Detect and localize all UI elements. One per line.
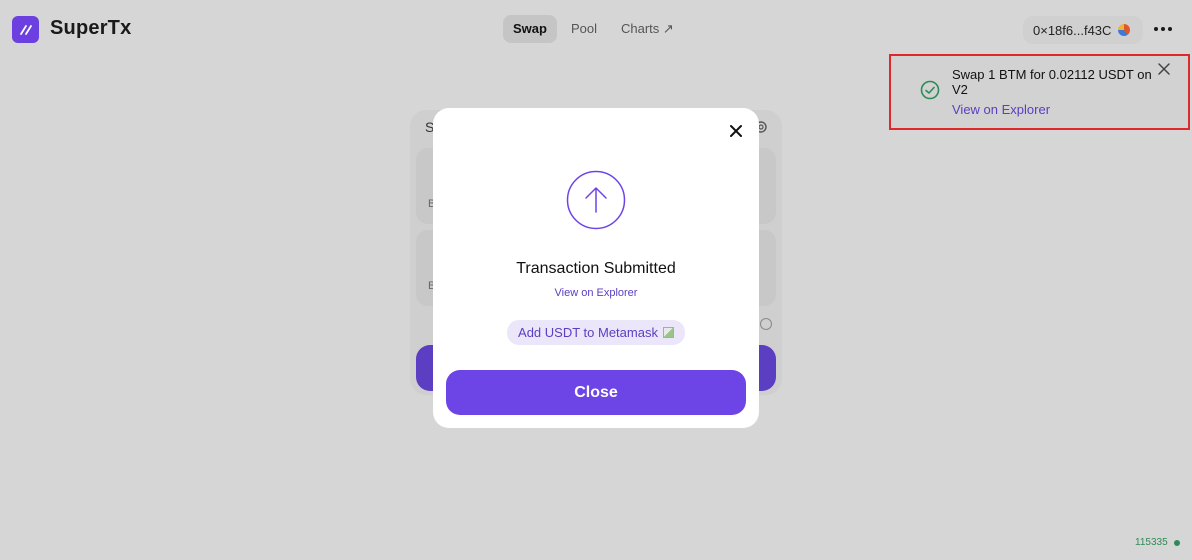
block-number[interactable]: 115335 <box>1135 537 1168 548</box>
metamask-button-label: Add USDT to Metamask <box>518 325 658 340</box>
arrow-up-circle-icon <box>566 170 626 230</box>
close-button[interactable]: Close <box>446 370 746 415</box>
wallet-address: 0×18f6...f43C <box>1033 22 1112 38</box>
wallet-button[interactable]: 0×18f6...f43C <box>1023 16 1143 44</box>
broken-image-icon <box>662 327 674 338</box>
toast-message: Swap 1 BTM for 0.02112 USDT on V2 <box>952 67 1152 97</box>
main-nav: Swap Pool Charts ↗ <box>503 15 684 45</box>
supertx-logo-icon[interactable] <box>12 16 39 43</box>
toast-close-icon[interactable] <box>1157 62 1171 76</box>
nav-tab-charts[interactable]: Charts ↗ <box>611 15 684 43</box>
wallet-avatar-icon <box>1118 24 1131 36</box>
view-on-explorer-link[interactable]: View on Explorer <box>433 287 759 299</box>
add-token-to-metamask-button[interactable]: Add USDT to Metamask <box>507 320 685 345</box>
transaction-toast: Swap 1 BTM for 0.02112 USDT on V2 View o… <box>889 54 1190 130</box>
more-options-icon[interactable] <box>1152 20 1174 38</box>
info-icon[interactable] <box>760 318 772 330</box>
top-nav-bar: SuperTx Swap Pool Charts ↗ 0×18f6...f43C <box>0 0 1192 60</box>
nav-tab-swap[interactable]: Swap <box>503 15 557 43</box>
brand-name[interactable]: SuperTx <box>50 17 131 40</box>
modal-close-icon[interactable] <box>729 124 743 138</box>
toast-explorer-link[interactable]: View on Explorer <box>952 102 1050 117</box>
transaction-submitted-modal: Transaction Submitted View on Explorer A… <box>433 108 759 428</box>
block-status-dot-icon <box>1174 540 1180 546</box>
success-check-icon <box>920 80 940 100</box>
modal-title: Transaction Submitted <box>516 260 676 277</box>
nav-tab-pool[interactable]: Pool <box>561 15 607 43</box>
